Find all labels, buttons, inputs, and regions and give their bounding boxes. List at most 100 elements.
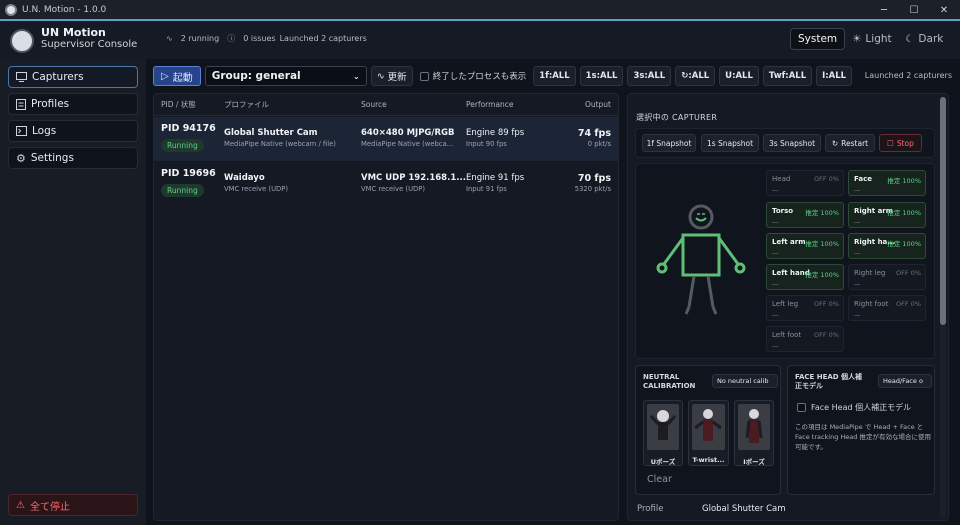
theme-dark-button[interactable]: ☾ Dark — [898, 28, 950, 50]
col-profile: プロファイル — [224, 100, 269, 109]
left-foot-shape — [684, 306, 691, 315]
pose-t-wrist-button[interactable]: T-wrist... — [688, 400, 729, 466]
t-wrist-all-button[interactable]: Twf:ALL — [762, 66, 813, 86]
gear-icon: ⚙ — [16, 151, 26, 165]
sidebar-item-label: Settings — [30, 152, 74, 164]
sidebar-item-profiles[interactable]: Profiles — [8, 93, 138, 115]
sidebar-item-settings[interactable]: ⚙ Settings — [8, 147, 138, 169]
panel-title: 選択中の CAPTURER — [636, 113, 718, 122]
maximize-button[interactable]: ☐ — [899, 0, 929, 20]
group-select[interactable]: Group: general ⌄ — [204, 66, 367, 86]
u-pose-all-button[interactable]: U:ALL — [719, 66, 759, 86]
row-source-sub: VMC receive (UDP) — [361, 185, 426, 193]
face-head-badge: Head/Face o — [878, 374, 932, 388]
snapshot-3s-button[interactable]: 3s Snapshot — [763, 134, 821, 152]
monitor-icon — [16, 72, 27, 82]
stop-button[interactable]: ☐ Stop — [879, 134, 922, 152]
app-logo — [10, 29, 34, 53]
toolbar: ▷ 起動 Group: general ⌄ ∿ 更新 終了したプロセスも表示 1f:A… — [153, 66, 853, 86]
table-row[interactable]: PID 94176 Running Global Shutter Cam Med… — [154, 117, 618, 161]
row-output-sub: 0 pkt/s — [587, 140, 611, 148]
face-head-toggle[interactable]: Face Head 個人補正モデル — [797, 402, 911, 413]
sidebar-item-label: Profiles — [31, 98, 70, 110]
row-profile: Global Shutter Cam — [224, 128, 318, 138]
part-left-leg: Left leg OFF 0% — — [766, 295, 844, 321]
pulse-icon: ∿ — [166, 34, 173, 43]
left-leg-shape — [687, 275, 696, 308]
row-performance: Engine 89 fps — [466, 128, 525, 138]
row-profile-sub: MediaPipe Native (webcam / file) — [224, 140, 336, 148]
snapshot-1f-button[interactable]: 1f Snapshot — [642, 134, 696, 152]
row-performance: Engine 91 fps — [466, 173, 525, 183]
row-pid: PID 19696 — [161, 168, 216, 179]
table-header: PID / 状態 プロファイル Source Performance Outpu… — [154, 94, 618, 116]
stop-icon: ☐ — [887, 138, 894, 148]
snapshot-1s-all-button[interactable]: 1s:ALL — [579, 66, 624, 86]
main-area: ▷ 起動 Group: general ⌄ ∿ 更新 終了したプロセスも表示 1f:A… — [146, 59, 960, 525]
app-subtitle: Supervisor Console — [41, 39, 138, 50]
toolbar-status: Launched 2 capturers — [864, 71, 952, 80]
sidebar-item-label: Capturers — [32, 71, 84, 83]
play-icon: ▷ — [161, 70, 169, 82]
profile-label: Profile — [637, 504, 664, 514]
clear-button[interactable]: Clear — [647, 474, 672, 485]
capturer-table: PID / 状態 プロファイル Source Performance Outpu… — [153, 93, 619, 521]
left-arm-shape — [662, 237, 685, 265]
sidebar: Capturers Profiles Logs ⚙ Settings — [0, 59, 146, 525]
face-head-card: FACE HEAD 個人補 正モデル Head/Face o Face Head … — [787, 365, 935, 495]
header-status: ∿ 2 running ⓘ 0 issues Launched 2 captur… — [166, 33, 367, 44]
neutral-title: NEUTRAL CALIBRATION — [643, 373, 696, 390]
theme-system-button[interactable]: System — [790, 28, 846, 50]
row-output-sub: 5320 pkt/s — [574, 185, 611, 193]
minimize-button[interactable]: ─ — [869, 0, 899, 20]
scrollbar-thumb[interactable] — [940, 97, 946, 325]
app-icon — [5, 4, 17, 16]
pose-i-label: Iポーズ — [743, 458, 765, 466]
pose-i-image — [738, 404, 770, 450]
right-hand-shape — [734, 262, 746, 274]
panel-scrollbar[interactable] — [940, 97, 946, 519]
sun-icon: ☀ — [852, 33, 862, 45]
face-head-checkbox[interactable] — [797, 403, 806, 412]
row-source: 640×480 MJPG/RGB — [361, 128, 455, 138]
col-source: Source — [361, 100, 387, 109]
moon-icon: ☾ — [905, 33, 915, 45]
i-pose-all-button[interactable]: I:ALL — [816, 66, 853, 86]
theme-light-button[interactable]: ☀ Light — [845, 28, 899, 50]
face-head-description: この項目は MediaPipe で Head + Face と Face tra… — [795, 423, 931, 451]
header-message: Launched 2 capturers — [279, 34, 367, 43]
row-source: VMC UDP 192.168.1... — [361, 173, 466, 183]
show-exited-checkbox[interactable] — [419, 71, 429, 81]
torso-shape — [681, 233, 721, 277]
sidebar-item-label: Logs — [32, 125, 57, 137]
sidebar-item-capturers[interactable]: Capturers — [8, 66, 138, 88]
pose-u-image — [647, 404, 679, 450]
snapshot-1s-button[interactable]: 1s Snapshot — [701, 134, 759, 152]
app-header: UN Motion Supervisor Console ∿ 2 running… — [0, 21, 960, 59]
row-output: 70 fps — [577, 173, 611, 184]
close-button[interactable]: ✕ — [929, 0, 959, 20]
body-figure — [656, 204, 746, 315]
profile-value: Global Shutter Cam — [702, 504, 786, 514]
running-count: 2 running — [180, 34, 220, 43]
start-button[interactable]: ▷ 起動 — [153, 66, 201, 86]
restart-all-button[interactable]: ↻:ALL — [675, 66, 716, 86]
snapshot-3s-all-button[interactable]: 3s:ALL — [627, 66, 672, 86]
refresh-button[interactable]: ∿ 更新 — [370, 66, 413, 86]
row-source-sub: MediaPipe Native (webca... — [361, 140, 454, 148]
info-icon: ⓘ — [227, 34, 236, 43]
pose-u-button[interactable]: Uポーズ — [643, 400, 683, 466]
pose-i-button[interactable]: Iポーズ — [734, 400, 774, 466]
stop-all-button[interactable]: ⚠ 全て停止 — [8, 494, 138, 516]
restart-button[interactable]: ↻ Restart — [825, 134, 875, 152]
sidebar-item-logs[interactable]: Logs — [8, 120, 138, 142]
row-profile: Waidayo — [224, 173, 265, 183]
part-face: Face 推定 100% — — [848, 170, 926, 196]
snapshot-1f-all-button[interactable]: 1f:ALL — [533, 66, 576, 86]
window-title: U.N. Motion - 1.0.0 — [22, 5, 107, 15]
neutral-status-badge: No neutral calib — [712, 374, 778, 388]
table-row[interactable]: PID 19696 Running Waidayo VMC receive (U… — [154, 162, 618, 206]
row-output: 74 fps — [577, 128, 611, 139]
part-head: Head OFF 0% — — [766, 170, 844, 196]
show-exited-toggle[interactable]: 終了したプロセスも表示 — [419, 70, 526, 82]
